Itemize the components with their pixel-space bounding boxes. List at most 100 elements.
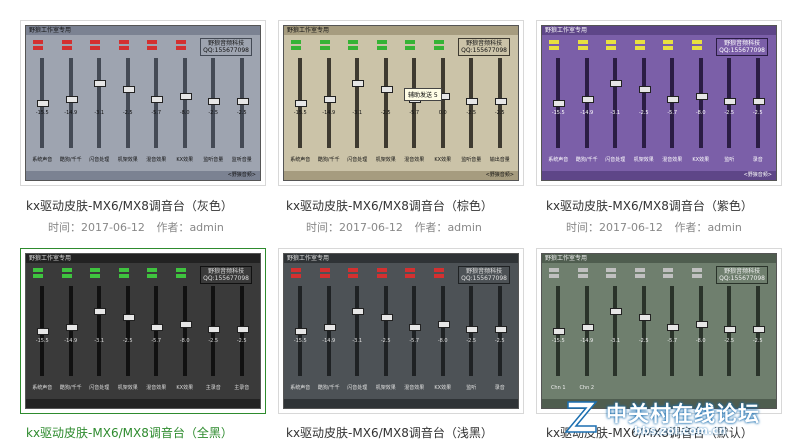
solo-led-icon[interactable] xyxy=(147,46,157,50)
fader-knob[interactable] xyxy=(667,324,680,331)
fader-knob[interactable] xyxy=(494,98,507,105)
mute-led-icon[interactable] xyxy=(33,40,43,44)
card-caption[interactable]: kx驱动皮肤-MX6/MX8调音台（浅黑） xyxy=(286,424,586,441)
fader-knob[interactable] xyxy=(466,326,479,333)
solo-led-icon[interactable] xyxy=(175,46,186,50)
mute-led-icon[interactable] xyxy=(175,268,186,272)
fader-knob[interactable] xyxy=(724,98,737,105)
mute-led-icon[interactable] xyxy=(90,268,100,272)
mute-led-icon[interactable] xyxy=(61,268,72,272)
fader-knob[interactable] xyxy=(752,326,765,333)
fader-knob[interactable] xyxy=(295,100,308,107)
mute-led-icon[interactable] xyxy=(291,268,301,272)
mute-led-icon[interactable] xyxy=(319,40,330,44)
solo-led-icon[interactable] xyxy=(606,274,616,278)
fader-knob[interactable] xyxy=(94,308,107,315)
fader-knob[interactable] xyxy=(151,96,164,103)
fader-knob[interactable] xyxy=(581,324,594,331)
card-caption[interactable]: kx驱动皮肤-MX6/MX8调音台（紫色） xyxy=(546,197,800,214)
mute-led-icon[interactable] xyxy=(433,268,444,272)
solo-led-icon[interactable] xyxy=(376,274,387,278)
solo-led-icon[interactable] xyxy=(319,46,330,50)
mute-led-icon[interactable] xyxy=(433,40,444,44)
fader-knob[interactable] xyxy=(37,328,50,335)
mute-led-icon[interactable] xyxy=(663,40,673,44)
thumbnail-purple[interactable]: 野狼工作室专用 野狼音频科技 QQ:155677098 -15.5 系统声音 -14.9 酷… xyxy=(536,20,782,186)
solo-led-icon[interactable] xyxy=(433,46,444,50)
thumbnail-lightblack[interactable]: 野狼工作室专用 野狼音频科技 QQ:155677098 -15.5 系统声音 -14.9 酷… xyxy=(278,248,524,414)
mute-led-icon[interactable] xyxy=(691,268,702,272)
solo-led-icon[interactable] xyxy=(577,46,588,50)
mute-led-icon[interactable] xyxy=(405,40,415,44)
fader-knob[interactable] xyxy=(65,96,78,103)
fader-knob[interactable] xyxy=(323,96,336,103)
fader-knob[interactable] xyxy=(179,93,192,100)
solo-led-icon[interactable] xyxy=(691,46,702,50)
mute-led-icon[interactable] xyxy=(118,268,129,272)
mute-led-icon[interactable] xyxy=(663,268,673,272)
solo-led-icon[interactable] xyxy=(549,46,559,50)
mute-led-icon[interactable] xyxy=(634,40,645,44)
fader-knob[interactable] xyxy=(695,93,708,100)
mute-led-icon[interactable] xyxy=(291,40,301,44)
fader-knob[interactable] xyxy=(409,324,422,331)
fader-knob[interactable] xyxy=(380,86,393,93)
mute-led-icon[interactable] xyxy=(376,268,387,272)
solo-led-icon[interactable] xyxy=(319,274,330,278)
card-caption[interactable]: kx驱动皮肤-MX6/MX8调音台（全黑） xyxy=(26,424,326,441)
solo-led-icon[interactable] xyxy=(90,274,100,278)
card-caption[interactable]: kx驱动皮肤-MX6/MX8调音台（默认） xyxy=(546,424,800,441)
fader-knob[interactable] xyxy=(352,308,365,315)
fader-knob[interactable] xyxy=(638,86,651,93)
solo-led-icon[interactable] xyxy=(405,274,415,278)
solo-led-icon[interactable] xyxy=(348,274,358,278)
fader-knob[interactable] xyxy=(236,98,249,105)
solo-led-icon[interactable] xyxy=(90,46,100,50)
solo-led-icon[interactable] xyxy=(61,46,72,50)
solo-led-icon[interactable] xyxy=(577,274,588,278)
solo-led-icon[interactable] xyxy=(663,274,673,278)
solo-led-icon[interactable] xyxy=(61,274,72,278)
thumbnail-gray[interactable]: 野狼工作室专用 野狼音频科技 QQ:155677098 -15.5 系统声音 -14.9 酷… xyxy=(20,20,266,186)
solo-led-icon[interactable] xyxy=(33,274,43,278)
fader-knob[interactable] xyxy=(37,100,50,107)
fader-knob[interactable] xyxy=(724,326,737,333)
fader-knob[interactable] xyxy=(323,324,336,331)
mute-led-icon[interactable] xyxy=(549,268,559,272)
mute-led-icon[interactable] xyxy=(577,40,588,44)
solo-led-icon[interactable] xyxy=(549,274,559,278)
mute-led-icon[interactable] xyxy=(606,40,616,44)
fader-knob[interactable] xyxy=(151,324,164,331)
mute-led-icon[interactable] xyxy=(606,268,616,272)
fader-knob[interactable] xyxy=(437,321,450,328)
solo-led-icon[interactable] xyxy=(634,46,645,50)
thumbnail-default[interactable]: 野狼工作室专用 野狼音频科技 QQ:155677098 -15.5 Chn 1 -14.9… xyxy=(536,248,782,414)
thumbnail-brown[interactable]: 野狼工作室专用 野狼音频科技 QQ:155677098 -15.5 系统声音 -14.9 酷… xyxy=(278,20,524,186)
mute-led-icon[interactable] xyxy=(405,268,415,272)
solo-led-icon[interactable] xyxy=(348,46,358,50)
solo-led-icon[interactable] xyxy=(175,274,186,278)
fader-knob[interactable] xyxy=(352,80,365,87)
mute-led-icon[interactable] xyxy=(33,268,43,272)
fader-knob[interactable] xyxy=(752,98,765,105)
mute-led-icon[interactable] xyxy=(147,40,157,44)
mute-led-icon[interactable] xyxy=(634,268,645,272)
fader-knob[interactable] xyxy=(610,308,623,315)
mute-led-icon[interactable] xyxy=(175,40,186,44)
fader-knob[interactable] xyxy=(494,326,507,333)
solo-led-icon[interactable] xyxy=(147,274,157,278)
mute-led-icon[interactable] xyxy=(549,40,559,44)
fader-knob[interactable] xyxy=(581,96,594,103)
fader-knob[interactable] xyxy=(380,314,393,321)
solo-led-icon[interactable] xyxy=(405,46,415,50)
solo-led-icon[interactable] xyxy=(291,274,301,278)
fader-knob[interactable] xyxy=(638,314,651,321)
solo-led-icon[interactable] xyxy=(433,274,444,278)
fader-knob[interactable] xyxy=(208,98,221,105)
mute-led-icon[interactable] xyxy=(319,268,330,272)
fader-knob[interactable] xyxy=(295,328,308,335)
solo-led-icon[interactable] xyxy=(291,46,301,50)
mute-led-icon[interactable] xyxy=(376,40,387,44)
mute-led-icon[interactable] xyxy=(61,40,72,44)
fader-knob[interactable] xyxy=(695,321,708,328)
